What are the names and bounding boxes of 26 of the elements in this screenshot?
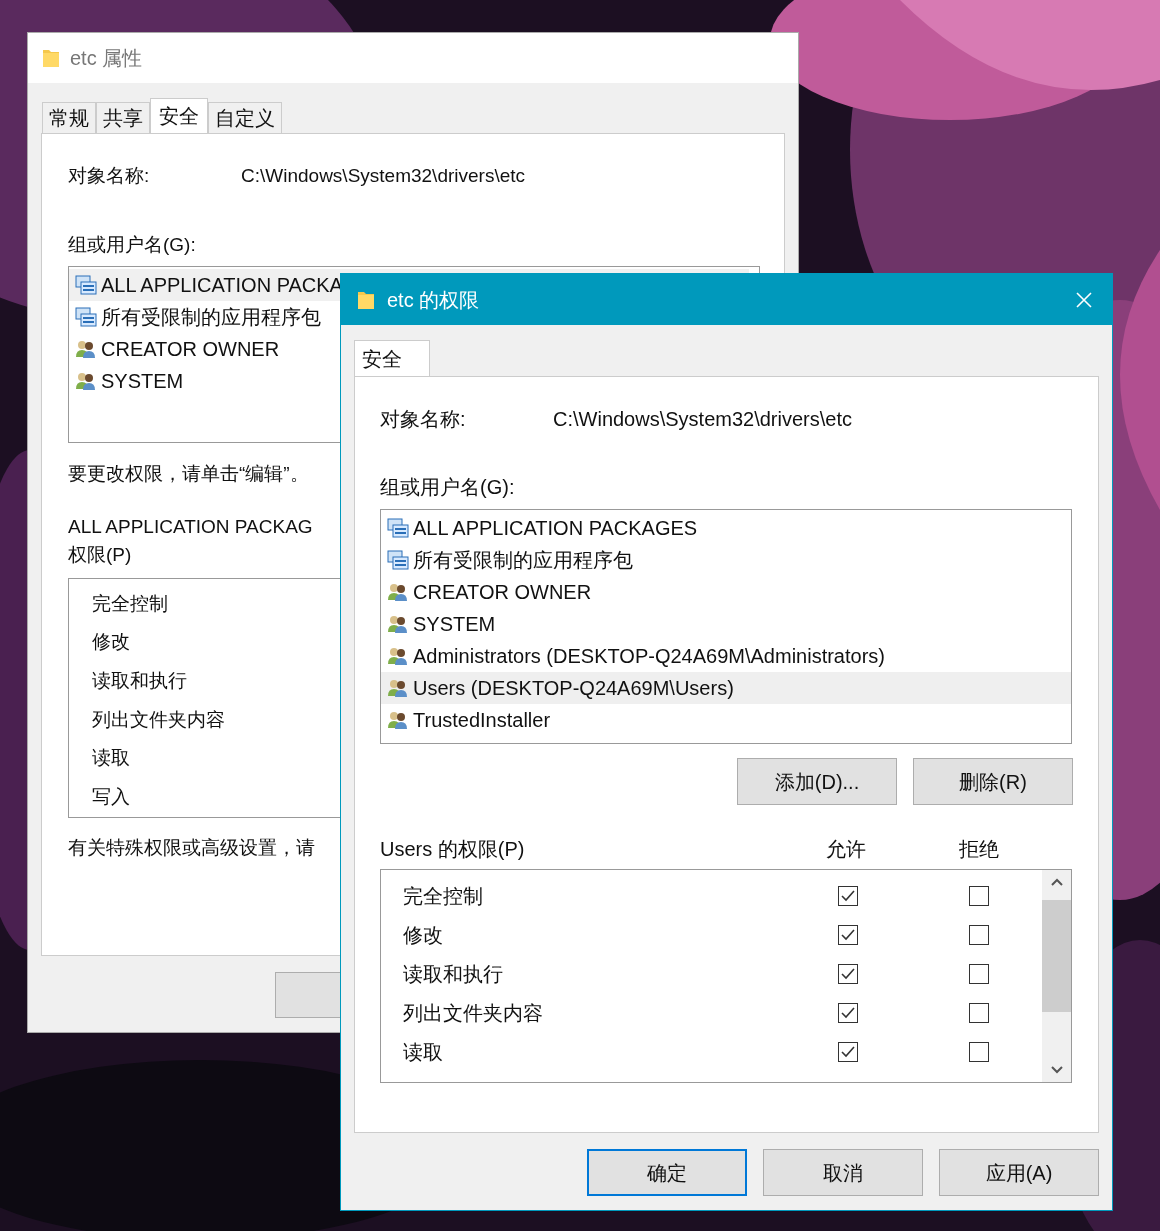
permissions-title: ALL APPLICATION PACKAG (68, 514, 313, 539)
object-path: C:\Windows\System32\drivers\etc (553, 407, 852, 432)
edit-hint: 要更改权限，请单击“编辑”。 (68, 462, 309, 486)
permission-name: 读取 (403, 1039, 444, 1065)
permission-name: 列出文件夹内容 (403, 1000, 544, 1026)
advanced-hint: 有关特殊权限或高级设置，请 (68, 835, 315, 860)
permission-name: 修改 (92, 630, 130, 655)
group-label: 组或用户名(G): (68, 232, 196, 257)
permission-name: 完全控制 (403, 883, 484, 909)
permission-name: 完全控制 (92, 591, 168, 616)
group-label: 组或用户名(G): (380, 475, 515, 500)
deny-header: 拒绝 (959, 837, 999, 862)
permission-name: 写入 (92, 784, 130, 809)
object-name-label: 对象名称: (380, 407, 467, 432)
permission-name: 读取和执行 (92, 668, 187, 693)
permissions-title: Users 的权限(P) (380, 837, 526, 862)
window-title: etc 的权限 (387, 287, 481, 313)
permission-name: 读取和执行 (403, 961, 504, 987)
window-title: etc 属性 (70, 46, 143, 71)
permissions-label: 权限(P) (68, 543, 132, 567)
permission-name: 列出文件夹内容 (92, 707, 225, 732)
permission-name: 读取 (92, 746, 130, 771)
object-name-label: 对象名称: (68, 164, 151, 188)
permission-name: 修改 (403, 922, 444, 948)
object-path: C:\Windows\System32\drivers\etc (241, 164, 526, 188)
allow-header: 允许 (826, 837, 867, 862)
